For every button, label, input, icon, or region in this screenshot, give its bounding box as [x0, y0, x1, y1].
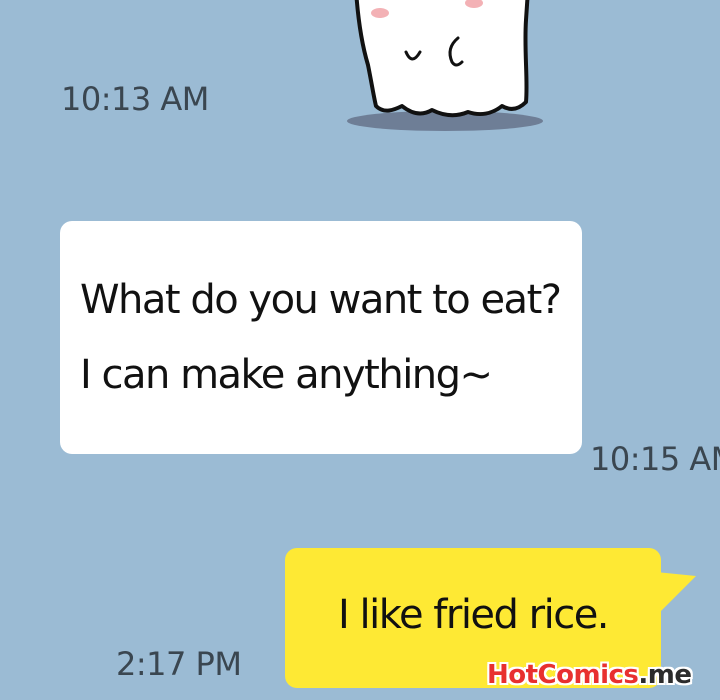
- message-text-line: I can make anything~: [80, 352, 493, 398]
- chat-area[interactable]: 10:13 AM What do you want to eat? I can …: [0, 0, 720, 700]
- watermark-logo: HotComics.me: [487, 660, 692, 690]
- message-timestamp: 10:15 AM: [590, 440, 720, 478]
- message-text-line: What do you want to eat?: [80, 277, 562, 323]
- watermark-tld: .me: [638, 660, 692, 690]
- bubble-tail: [656, 572, 696, 612]
- message-text: I like fried rice.: [337, 592, 610, 638]
- watermark-brand: HotComics: [487, 660, 639, 690]
- message-timestamp: 2:17 PM: [116, 645, 242, 683]
- incoming-message-bubble[interactable]: What do you want to eat? I can make anyt…: [60, 221, 582, 454]
- message-timestamp: 10:13 AM: [61, 80, 209, 118]
- ghost-sticker: [347, 0, 543, 131]
